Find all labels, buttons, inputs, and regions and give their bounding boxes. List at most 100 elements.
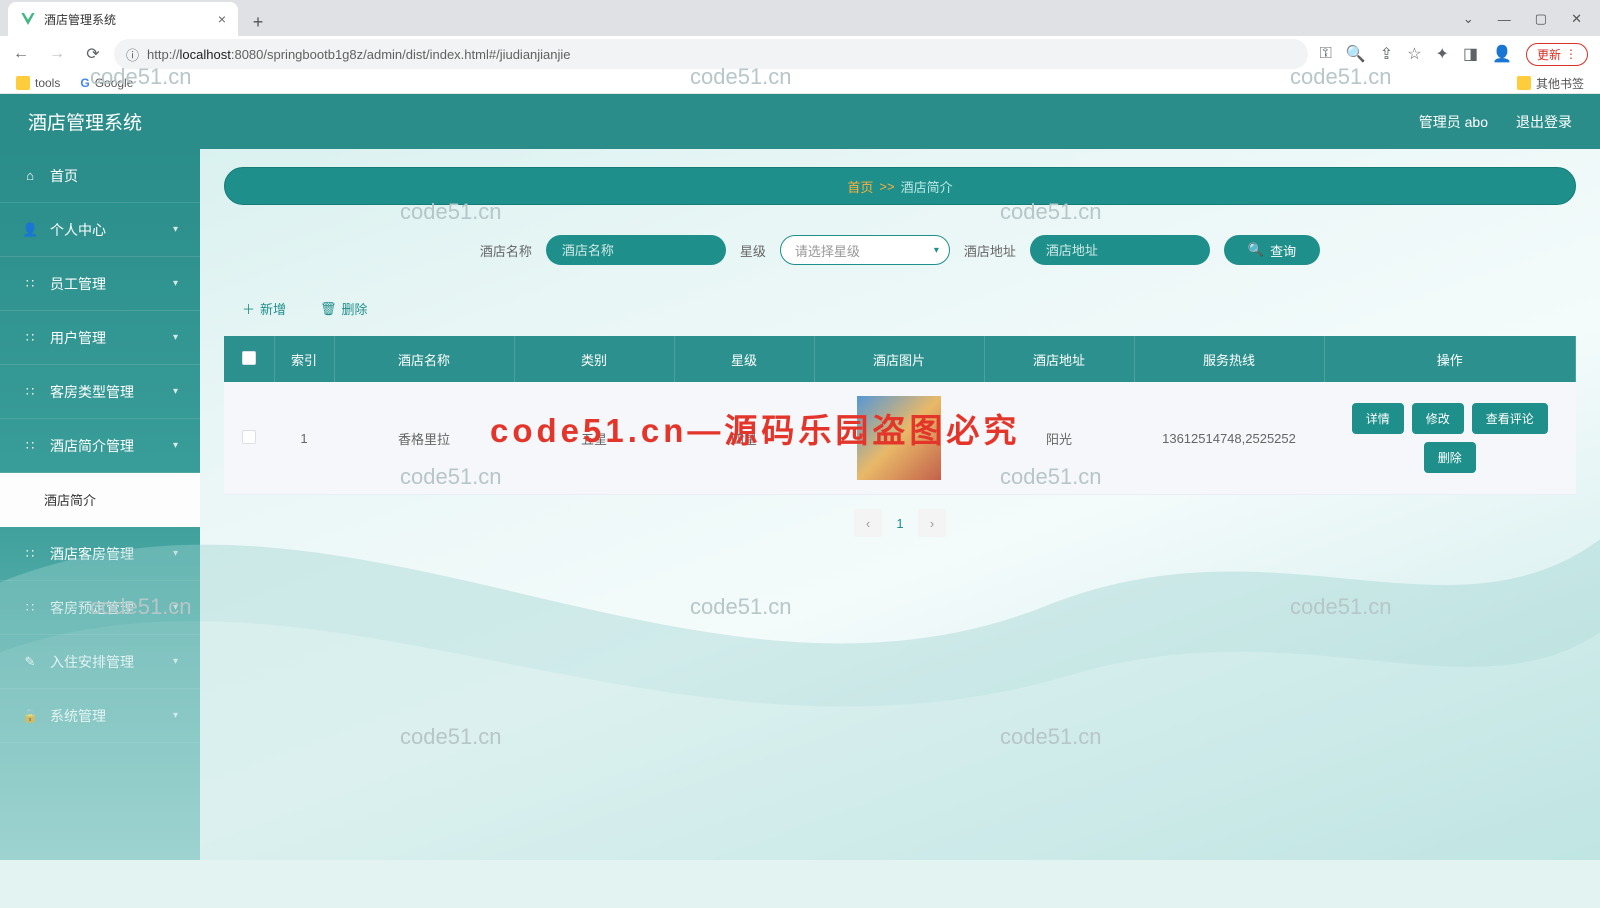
- col-name: 酒店名称: [334, 336, 514, 382]
- prev-page-icon[interactable]: ‹: [854, 509, 882, 537]
- plus-icon: ＋: [242, 299, 255, 318]
- page-current[interactable]: 1: [886, 509, 914, 537]
- bookmark-other[interactable]: 其他书签: [1517, 75, 1584, 92]
- chevron-down-icon: ▾: [173, 656, 178, 667]
- maximize-icon[interactable]: ▢: [1535, 11, 1547, 27]
- search-button[interactable]: 🔍 查询: [1224, 235, 1320, 265]
- bookmarks-bar: tools GGoogle 其他书签: [0, 72, 1600, 94]
- sidebar-item-首页[interactable]: ⌂首页: [0, 149, 200, 203]
- sidebar-item-客房类型管理[interactable]: ∷客房类型管理▾: [0, 365, 200, 419]
- sidebar-item-系统管理[interactable]: 🔒 系统管理 ▾: [0, 689, 200, 743]
- sidebar-item-酒店简介管理[interactable]: ∷酒店简介管理▾: [0, 419, 200, 473]
- col-star: 星级: [674, 336, 814, 382]
- select-all-checkbox[interactable]: [242, 351, 256, 365]
- reload-icon[interactable]: ⟳: [84, 45, 102, 63]
- back-icon[interactable]: ←: [12, 45, 30, 63]
- sidebar-item-员工管理[interactable]: ∷员工管理▾: [0, 257, 200, 311]
- sidebar-item-label: 系统管理: [50, 706, 106, 726]
- app-root: 酒店管理系统 管理员 abo 退出登录 ⌂首页👤个人中心▾∷员工管理▾∷用户管理…: [0, 94, 1600, 860]
- sidebar-item-客房预定管理[interactable]: ∷客房预定管理▾: [0, 581, 200, 635]
- sidebar-item-label: 员工管理: [50, 274, 106, 294]
- update-button[interactable]: 更新⋮: [1526, 43, 1588, 66]
- forward-icon[interactable]: →: [48, 45, 66, 63]
- filter-addr-label: 酒店地址: [964, 241, 1016, 260]
- chevron-down-icon: ▾: [173, 278, 178, 289]
- folder-icon: [1517, 76, 1531, 90]
- star-select[interactable]: 请选择星级 ▾: [780, 235, 950, 265]
- col-ops: 操作: [1324, 336, 1576, 382]
- add-button[interactable]: ＋新增: [242, 299, 286, 318]
- sidebar-item-入住安排管理[interactable]: ✎入住安排管理▾: [0, 635, 200, 689]
- sidebar-icon: ∷: [22, 546, 38, 562]
- admin-label[interactable]: 管理员 abo: [1419, 112, 1488, 132]
- side-panel-icon[interactable]: ◨: [1463, 44, 1478, 64]
- folder-icon: [16, 76, 30, 90]
- chevron-down-icon: ▾: [173, 386, 178, 397]
- site-info-icon[interactable]: ⓘ: [126, 45, 139, 64]
- new-tab-button[interactable]: +: [244, 8, 272, 36]
- col-index: 索引: [274, 336, 334, 382]
- detail-button[interactable]: 详情: [1352, 403, 1404, 434]
- edit-button[interactable]: 修改: [1412, 403, 1464, 434]
- sidebar-item-用户管理[interactable]: ∷用户管理▾: [0, 311, 200, 365]
- sidebar: ⌂首页👤个人中心▾∷员工管理▾∷用户管理▾∷客房类型管理▾∷酒店简介管理▾酒店简…: [0, 149, 200, 860]
- col-addr: 酒店地址: [984, 336, 1134, 382]
- extensions-icon[interactable]: ✦: [1436, 44, 1449, 64]
- next-page-icon[interactable]: ›: [918, 509, 946, 537]
- logout-link[interactable]: 退出登录: [1516, 112, 1572, 132]
- bookmark-tools[interactable]: tools: [16, 76, 60, 90]
- sidebar-item-label: 用户管理: [50, 328, 106, 348]
- sidebar-item-label: 首页: [50, 166, 78, 186]
- share-icon[interactable]: ⇪: [1380, 44, 1393, 64]
- chevron-down-icon[interactable]: ⌄: [1463, 11, 1474, 27]
- row-delete-button[interactable]: 删除: [1424, 442, 1476, 473]
- profile-icon[interactable]: 👤: [1492, 44, 1512, 64]
- search-toolbar-icon[interactable]: 🔍: [1346, 44, 1366, 64]
- google-icon: G: [80, 76, 89, 90]
- minimize-icon[interactable]: —: [1498, 12, 1511, 27]
- main-content: 首页 >> 酒店简介 酒店名称 星级 请选择星级 ▾ 酒店地址 🔍 查询: [200, 149, 1600, 860]
- chevron-down-icon: ▾: [934, 245, 939, 256]
- sidebar-icon: ∷: [22, 600, 38, 616]
- cell-hotline: 13612514748,2525252: [1134, 382, 1324, 495]
- sidebar-item-个人中心[interactable]: 👤个人中心▾: [0, 203, 200, 257]
- window-controls: ⌄ — ▢ ✕: [1445, 2, 1600, 36]
- bookmark-google[interactable]: GGoogle: [80, 76, 133, 90]
- sidebar-item-酒店客房管理[interactable]: ∷酒店客房管理▾: [0, 527, 200, 581]
- hotel-addr-input[interactable]: [1030, 235, 1210, 265]
- cell-category: 五星: [514, 382, 674, 495]
- sidebar-item-label: 个人中心: [50, 220, 106, 240]
- chevron-down-icon: ▾: [173, 440, 178, 451]
- chevron-down-icon: ▾: [173, 710, 178, 721]
- sidebar-icon: ✎: [22, 654, 38, 670]
- breadcrumb-home[interactable]: 首页: [847, 177, 873, 196]
- cell-addr: 阳光: [984, 382, 1134, 495]
- sidebar-icon: ∷: [22, 330, 38, 346]
- cell-star: 四星: [674, 382, 814, 495]
- close-window-icon[interactable]: ✕: [1571, 11, 1582, 27]
- sidebar-icon: 🔒: [22, 708, 38, 724]
- col-category: 类别: [514, 336, 674, 382]
- browser-tab[interactable]: 酒店管理系统 ×: [8, 2, 238, 36]
- address-bar[interactable]: ⓘ http://localhost:8080/springbootb1g8z/…: [114, 39, 1308, 69]
- bookmark-star-icon[interactable]: ☆: [1407, 44, 1421, 64]
- data-table: 索引 酒店名称 类别 星级 酒店图片 酒店地址 服务热线 操作 1 香格里拉: [224, 336, 1576, 495]
- sidebar-item-label: 酒店客房管理: [50, 544, 134, 564]
- browser-chrome: 酒店管理系统 × + ⌄ — ▢ ✕ ← → ⟳ ⓘ http://localh…: [0, 0, 1600, 94]
- row-checkbox[interactable]: [242, 430, 256, 444]
- tab-title: 酒店管理系统: [44, 11, 116, 28]
- delete-button[interactable]: 🗑删除: [320, 299, 368, 318]
- hotel-image-thumb[interactable]: [857, 396, 941, 480]
- table-header-row: 索引 酒店名称 类别 星级 酒店图片 酒店地址 服务热线 操作: [224, 336, 1576, 382]
- url-text: http://localhost:8080/springbootb1g8z/ad…: [147, 47, 571, 62]
- address-row: ← → ⟳ ⓘ http://localhost:8080/springboot…: [0, 36, 1600, 72]
- filter-name-label: 酒店名称: [480, 241, 532, 260]
- breadcrumb-current: 酒店简介: [901, 177, 953, 196]
- sidebar-item-酒店简介[interactable]: 酒店简介: [0, 473, 200, 527]
- key-icon[interactable]: ⚿: [1320, 45, 1332, 63]
- table-row: 1 香格里拉 五星 四星 阳光 13612514748,2525252 详情 修…: [224, 382, 1576, 495]
- tab-close-icon[interactable]: ×: [218, 11, 226, 27]
- col-hotline: 服务热线: [1134, 336, 1324, 382]
- hotel-name-input[interactable]: [546, 235, 726, 265]
- comments-button[interactable]: 查看评论: [1472, 403, 1548, 434]
